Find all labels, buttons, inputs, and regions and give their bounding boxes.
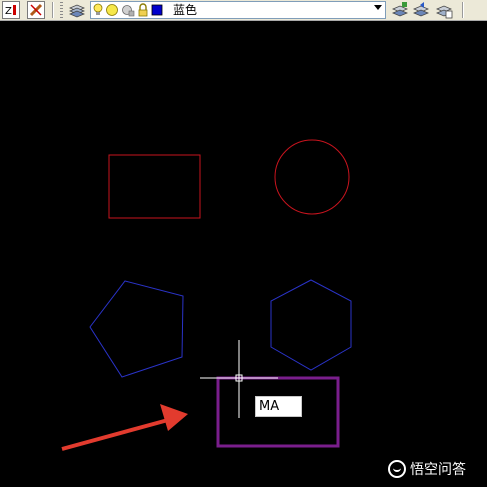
layer-dropdown[interactable]: 蓝色 — [90, 1, 386, 19]
layers-previous-icon — [412, 2, 430, 17]
blue-hexagon[interactable] — [270, 279, 352, 371]
blue-pentagon[interactable] — [89, 280, 184, 378]
text-style-icon: Z — [5, 5, 16, 17]
drawing-canvas[interactable] — [0, 21, 487, 487]
edit-button[interactable] — [27, 1, 45, 19]
light-bulb-icon — [93, 3, 103, 15]
layer-properties-button[interactable] — [68, 1, 86, 19]
red-rectangle[interactable] — [108, 154, 201, 219]
dynamic-input-field[interactable]: MA — [255, 396, 302, 417]
red-arrow — [61, 404, 188, 451]
make-current-layer-button[interactable] — [391, 1, 409, 19]
layer-states-button[interactable] — [435, 1, 453, 19]
toolbar: Z 蓝色 — [0, 0, 487, 21]
toolbar-grip — [60, 2, 63, 18]
watermark-text: 悟空问答 — [410, 462, 466, 478]
layers-current-icon — [391, 2, 409, 17]
color-swatch-icon — [151, 4, 163, 16]
pencil-icon — [29, 3, 43, 17]
red-circle[interactable] — [274, 139, 350, 215]
layer-properties-icon — [68, 4, 86, 18]
layer-previous-button[interactable] — [412, 1, 430, 19]
sun-freeze-icon — [106, 4, 118, 16]
chevron-down-icon[interactable] — [374, 5, 382, 10]
toolbar-separator — [462, 2, 464, 18]
watermark: 悟空问答 — [388, 458, 466, 480]
lock-icon — [138, 3, 148, 17]
svg-text:Z: Z — [5, 6, 12, 17]
wukong-logo-icon — [388, 460, 406, 478]
layer-name-label: 蓝色 — [173, 3, 198, 17]
text-style-button[interactable]: Z — [2, 1, 20, 19]
toolbar-separator — [52, 2, 54, 18]
layer-states-icon — [435, 5, 453, 19]
viewport-freeze-icon — [122, 5, 135, 17]
